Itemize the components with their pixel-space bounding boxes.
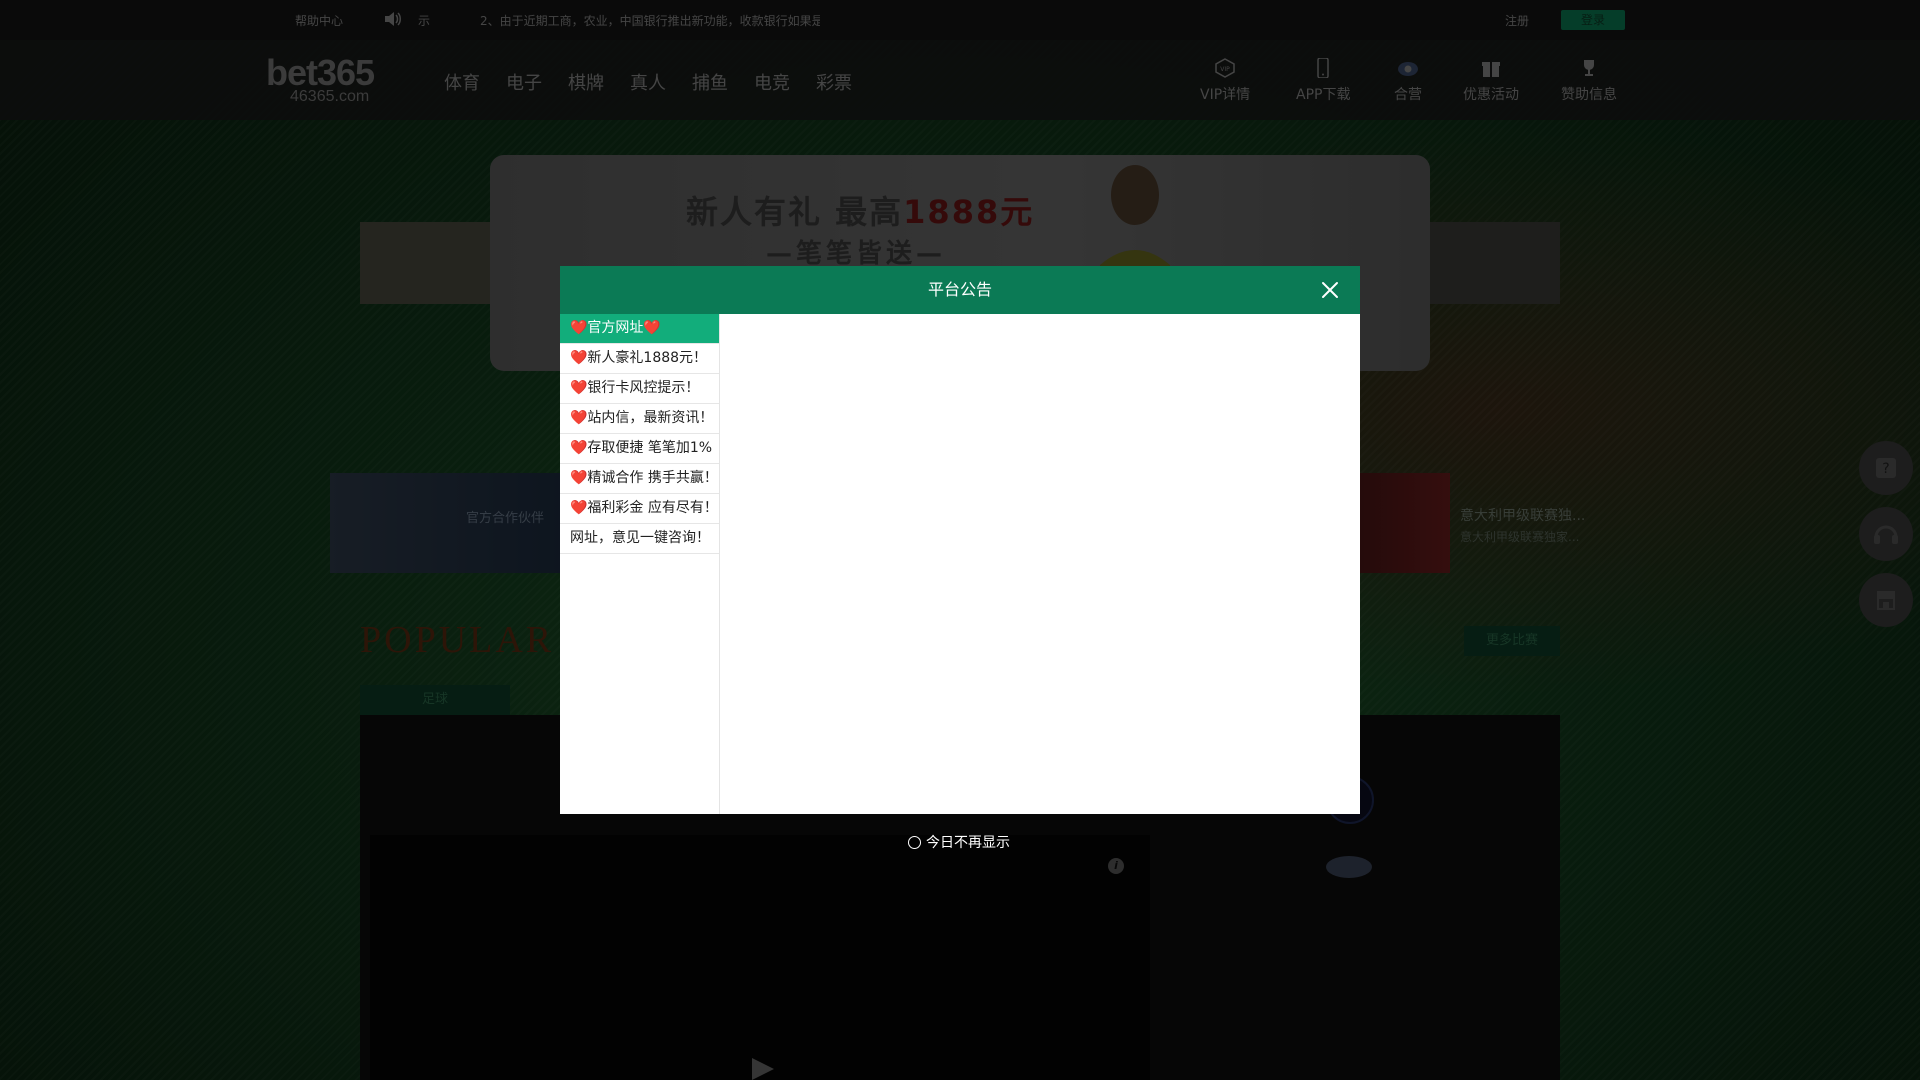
announcement-modal: 平台公告 ❤️官方网址❤️ ❤️新人豪礼1888元！ ❤️银行卡风控提示！ ❤️… — [560, 266, 1360, 814]
menu-item-consult[interactable]: 网址，意见一键咨询！ — [560, 524, 719, 554]
close-icon[interactable] — [1318, 278, 1342, 302]
menu-item-inbox-news[interactable]: ❤️站内信，最新资讯！ — [560, 404, 719, 434]
dont-show-today-label: 今日不再显示 — [926, 835, 1010, 851]
modal-title: 平台公告 — [927, 280, 992, 299]
menu-item-bank-risk[interactable]: ❤️银行卡风控提示！ — [560, 374, 719, 404]
announcement-content — [720, 314, 1360, 814]
radio-icon[interactable] — [908, 835, 921, 849]
modal-body: ❤️官方网址❤️ ❤️新人豪礼1888元！ ❤️银行卡风控提示！ ❤️站内信，最… — [560, 314, 1360, 814]
dont-show-today-toggle[interactable]: 今日不再显示 — [908, 832, 1010, 852]
menu-item-cooperation[interactable]: ❤️精诚合作 携手共赢！ — [560, 464, 719, 494]
modal-header: 平台公告 — [560, 266, 1360, 314]
menu-item-deposit-bonus[interactable]: ❤️存取便捷 笔笔加1% — [560, 434, 719, 464]
menu-item-new-user-gift[interactable]: ❤️新人豪礼1888元！ — [560, 344, 719, 374]
menu-item-welfare-bonus[interactable]: ❤️福利彩金 应有尽有！ — [560, 494, 719, 524]
announcement-menu: ❤️官方网址❤️ ❤️新人豪礼1888元！ ❤️银行卡风控提示！ ❤️站内信，最… — [560, 314, 720, 814]
menu-item-official-site[interactable]: ❤️官方网址❤️ — [560, 314, 719, 344]
